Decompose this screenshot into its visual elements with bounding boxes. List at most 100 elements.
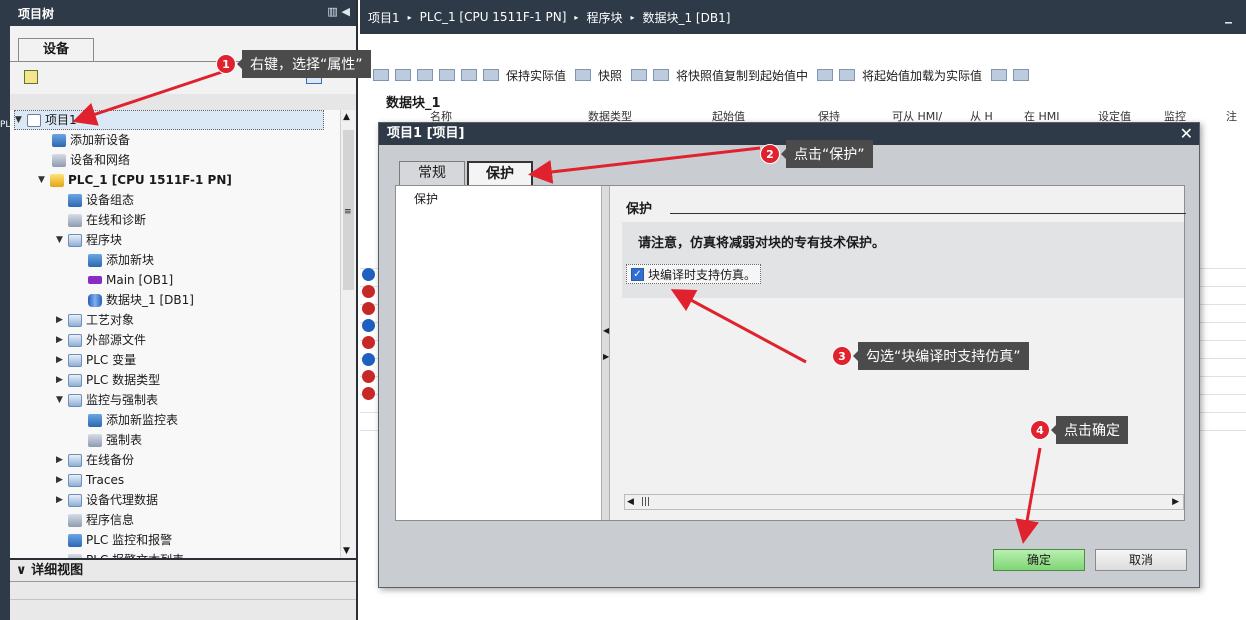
scroll-left-icon[interactable]: ◀ [627,495,634,509]
expand-arrow-icon[interactable]: ▼ [38,170,50,190]
ok-button[interactable]: 确定 [993,549,1085,571]
tab-general[interactable]: 常规 [399,161,465,185]
tree-item-data-block[interactable]: 数据块_1 [DB1] [88,290,194,310]
status-error-icon [362,285,375,298]
expand-arrow-icon[interactable]: ▶ [56,450,68,470]
monitor-icon[interactable] [483,69,499,81]
list-view-icon[interactable] [461,69,477,81]
tree-item-plc-alarms[interactable]: PLC 监控和报警 [68,530,172,550]
expand-arrow-icon[interactable]: ▶ [56,490,68,510]
expand-arrow-icon[interactable]: ▶ [56,370,68,390]
add-device-icon [52,133,66,147]
tree-item-label: PLC 数据类型 [86,373,161,387]
scroll-up-icon[interactable]: ▲ [343,112,350,122]
breadcrumb-program-blocks[interactable]: 程序块 [586,9,622,26]
tree-item-main-ob1[interactable]: Main [OB1] [88,270,173,290]
splitter-right-icon[interactable]: ▶ [603,352,609,361]
content-h-scrollbar[interactable]: ◀ ||| ▶ [624,494,1184,510]
nav-item-protection[interactable]: 保护 [414,190,438,207]
folder-icon [68,313,82,327]
tree-item-online-backups[interactable]: ▶ 在线备份 [56,450,134,470]
snapshot-button[interactable]: 快照 [598,67,622,84]
annotation-text: 点击确定 [1051,416,1128,444]
tree-item-alarm-text-lists[interactable]: PLC 报警文本列表 [68,550,184,558]
expand-arrow-icon[interactable]: ▶ [56,350,68,370]
plc-alarm-icon [68,533,82,547]
load-start-all-icon[interactable] [839,69,856,81]
add-device-toolbar-icon[interactable] [24,70,38,84]
tree-column-header [10,94,356,110]
breadcrumb-separator-icon: ▸ [630,12,635,22]
load-start-icon[interactable] [817,69,834,81]
tree-item-program-blocks[interactable]: ▼ 程序块 [56,230,122,250]
copy-snapshot-all-icon[interactable] [653,69,670,81]
expand-arrow-icon[interactable]: ▼ [56,390,68,410]
panel-pin-collapse-icon[interactable]: ▥ ◀ [327,5,350,18]
tree-item-plc[interactable]: ▼ PLC_1 [CPU 1511F-1 PN] [38,170,232,190]
tree-item-watch-force-tables[interactable]: ▼ 监控与强制表 [56,390,158,410]
scroll-down-icon[interactable]: ▼ [343,546,350,556]
annotation-callout-3: 3 勾选“块编译时支持仿真” [832,342,1029,370]
breadcrumb-data-block[interactable]: 数据块_1 [DB1] [642,9,730,26]
tree-item-devices-networks[interactable]: 设备和网络 [52,150,130,170]
tree-item-external-sources[interactable]: ▶ 外部源文件 [56,330,146,350]
tree-item-label: 监控与强制表 [86,393,159,407]
tree-item-online-diagnostics[interactable]: 在线和诊断 [68,210,146,230]
insert-row-icon[interactable] [373,69,389,81]
tree-item-technology-objects[interactable]: ▶ 工艺对象 [56,310,134,330]
keep-actual-values-button[interactable]: 保持实际值 [506,67,566,84]
expand-arrow-icon[interactable]: ▶ [56,310,68,330]
protection-section-title: 保护 [626,202,653,217]
dialog-nav-pane: 保护 [396,186,602,520]
detail-view-header[interactable]: ∨ 详细视图 [10,560,356,582]
breadcrumb-project[interactable]: 项目1 [368,9,400,26]
expand-arrow-icon[interactable]: ▼ [56,230,68,250]
tree-item-project[interactable]: ▼ 项目1 [14,110,324,130]
tree-item-device-proxy[interactable]: ▶ 设备代理数据 [56,490,158,510]
expand-all-icon[interactable] [417,69,433,81]
splitter-left-icon[interactable]: ◀ [603,326,609,335]
tree-item-add-watch-table[interactable]: 添加新监控表 [88,410,178,430]
expand-arrow-icon[interactable]: ▶ [56,470,68,490]
expand-arrow-icon[interactable]: ▶ [56,330,68,350]
tree-item-program-info[interactable]: 程序信息 [68,510,134,530]
tree-scrollbar[interactable]: ▲ ≡ ▼ [340,110,356,558]
tree-item-force-table[interactable]: 强制表 [88,430,142,450]
settings-more-icon[interactable] [1013,69,1030,81]
tree-item-label: PLC 变量 [86,353,137,367]
copy-snapshot-to-start-button[interactable]: 将快照值复制到起始值中 [676,67,808,84]
tree-item-plc-tags[interactable]: ▶ PLC 变量 [56,350,136,370]
tab-protection[interactable]: 保护 [467,161,533,185]
diagnostics-icon [68,213,82,227]
tab-devices[interactable]: 设备 [18,38,94,62]
breadcrumb-plc[interactable]: PLC_1 [CPU 1511F-1 PN] [420,10,567,24]
snapshot-icon[interactable] [575,69,592,81]
pane-splitter[interactable]: ◀ ▶ [602,186,610,520]
add-row-icon[interactable] [395,69,411,81]
simulation-support-checkbox[interactable]: ✓ 块编译时支持仿真。 [626,264,762,284]
tree-item-add-block[interactable]: 添加新块 [88,250,154,270]
db-icon [88,293,102,307]
scroll-right-icon[interactable]: ▶ [1172,495,1179,509]
cancel-button[interactable]: 取消 [1095,549,1187,571]
tree-item-label: 外部源文件 [86,333,147,347]
tree-item-add-device[interactable]: 添加新设备 [52,130,130,150]
breadcrumb-separator-icon: ▸ [407,12,412,22]
minimize-icon[interactable]: _ [1225,8,1232,24]
settings-icon[interactable] [991,69,1008,81]
device-config-icon [68,193,82,207]
tree-item-label: 设备和网络 [70,153,131,167]
close-icon[interactable]: ✕ [1180,123,1193,145]
collapse-all-icon[interactable] [439,69,455,81]
tree-item-label: PLC 监控和报警 [86,533,173,547]
expand-arrow-icon[interactable]: ▼ [15,110,27,130]
load-start-as-actual-button[interactable]: 将起始值加载为实际值 [862,67,982,84]
col-header-comment[interactable]: 注 [1226,110,1237,124]
checkmark-icon[interactable]: ✓ [631,267,644,281]
tree-item-plc-data-types[interactable]: ▶ PLC 数据类型 [56,370,160,390]
simulation-support-label[interactable]: 块编译时支持仿真。 [648,266,756,283]
tree-item-traces[interactable]: ▶ Traces [56,470,124,490]
collapse-arrow-icon[interactable]: ∨ [16,563,27,578]
tree-item-device-config[interactable]: 设备组态 [68,190,134,210]
copy-snapshot-icon[interactable] [631,69,648,81]
